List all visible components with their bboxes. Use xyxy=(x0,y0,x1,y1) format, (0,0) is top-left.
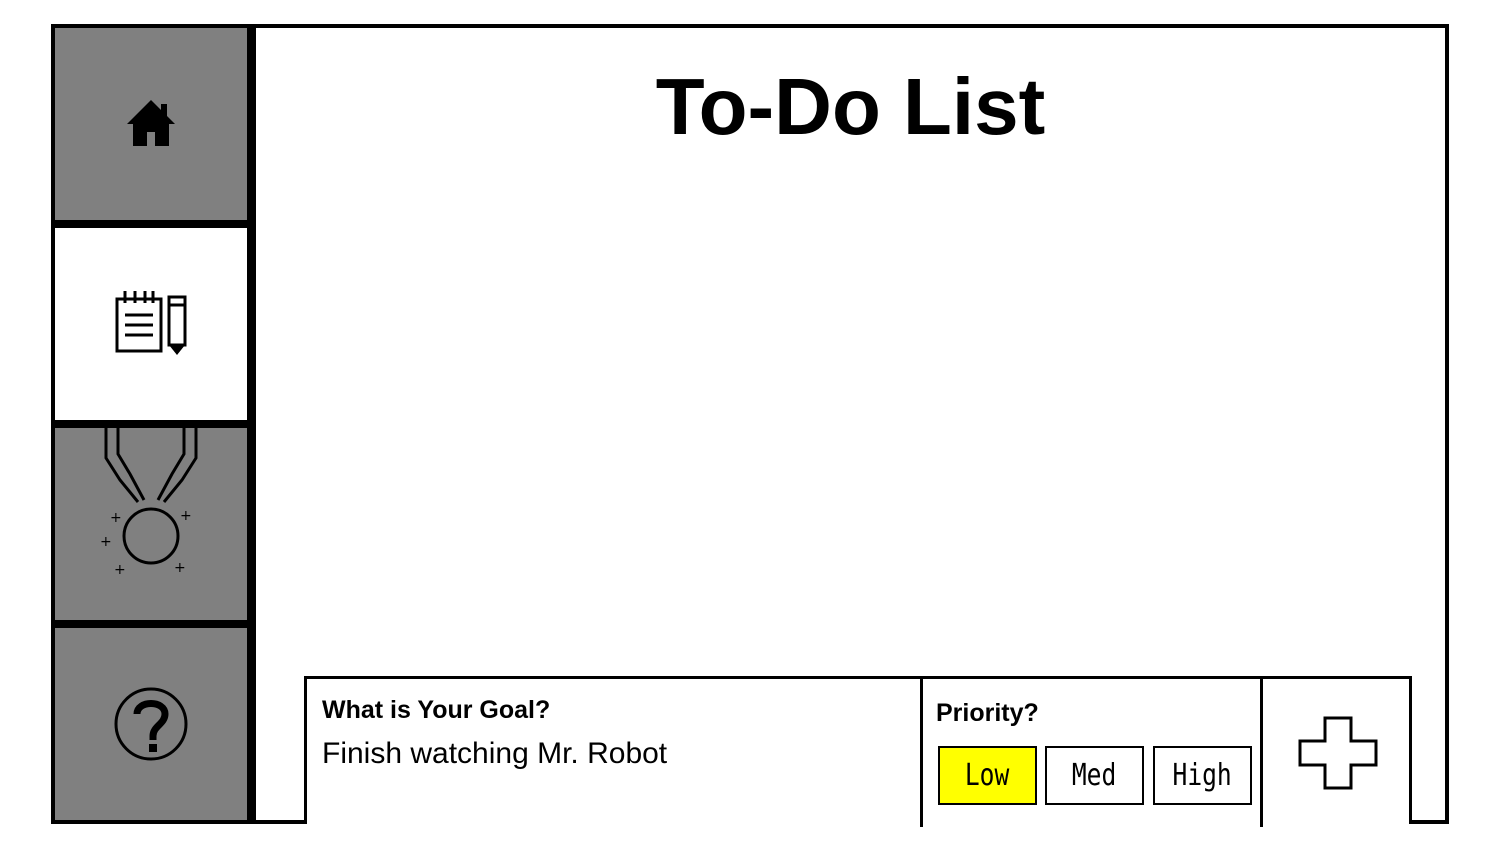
sidebar-item-achievements[interactable]: + + + + + xyxy=(55,428,247,620)
goal-input[interactable] xyxy=(322,734,902,774)
goal-label: What is Your Goal? xyxy=(322,696,551,724)
home-icon xyxy=(127,100,175,146)
svg-text:+: + xyxy=(180,508,192,524)
priority-high-button[interactable]: High xyxy=(1153,746,1252,805)
priority-high-label: High xyxy=(1172,758,1233,793)
add-goal-button[interactable] xyxy=(1263,679,1412,827)
sidebar-nav: + + + + + xyxy=(51,24,252,824)
priority-label: Priority? xyxy=(936,699,1039,727)
sidebar-item-home[interactable] xyxy=(55,28,247,220)
priority-cell: Priority? Low Med High xyxy=(923,679,1263,827)
priority-low-label: Low xyxy=(965,758,1010,793)
priority-med-label: Med xyxy=(1072,758,1117,793)
sidebar-item-help[interactable] xyxy=(55,628,247,820)
sidebar-item-todo[interactable] xyxy=(55,228,247,420)
page-title: To-Do List xyxy=(655,62,1046,151)
svg-text:+: + xyxy=(110,510,122,526)
svg-text:+: + xyxy=(114,562,126,578)
svg-text:+: + xyxy=(100,534,112,550)
priority-med-button[interactable]: Med xyxy=(1045,746,1144,805)
medal-icon: + + + + + xyxy=(100,428,198,578)
goal-entry-row: What is Your Goal? Priority? Low Med Hig… xyxy=(304,676,1412,827)
goal-cell: What is Your Goal? xyxy=(307,679,923,827)
question-mark-icon xyxy=(114,687,188,761)
plus-icon xyxy=(1298,716,1377,790)
notepad-pencil-icon xyxy=(115,291,187,355)
svg-text:+: + xyxy=(174,560,186,576)
priority-low-button[interactable]: Low xyxy=(938,746,1037,805)
